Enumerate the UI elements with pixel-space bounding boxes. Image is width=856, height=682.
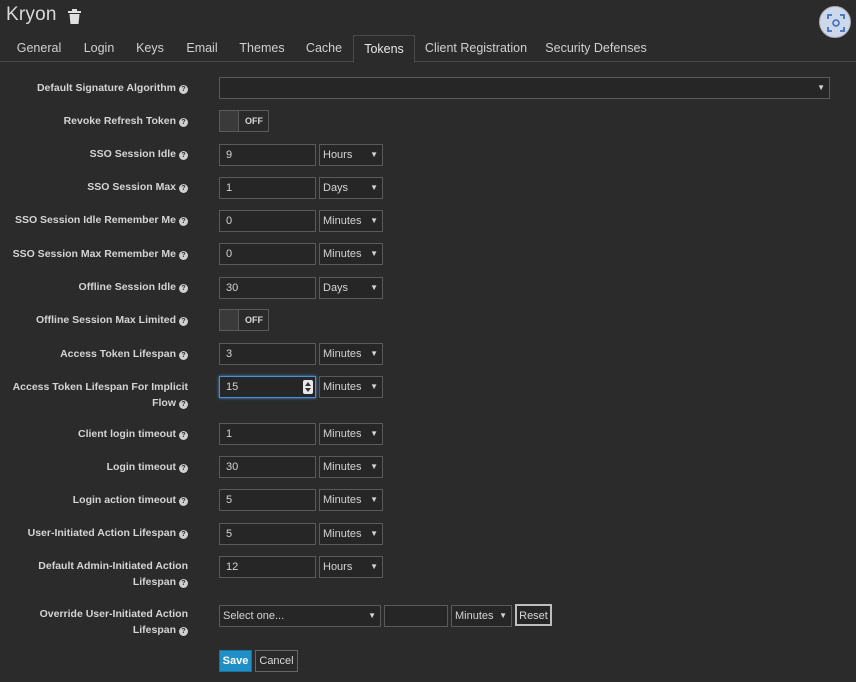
chevron-down-icon: ▼ xyxy=(370,349,378,358)
login-timeout-unit-select[interactable]: Minutes ▼ xyxy=(319,456,383,478)
revoke-refresh-token-toggle[interactable]: OFF xyxy=(219,110,269,132)
user-initiated-action-lifespan-label: User-Initiated Action Lifespan? xyxy=(0,525,188,541)
access-token-lifespan-implicit-label: Access Token Lifespan For Implicit Flow? xyxy=(12,381,188,409)
help-icon[interactable]: ? xyxy=(179,464,188,473)
tab-email[interactable]: Email xyxy=(180,35,224,62)
offline-session-idle-label: Offline Session Idle? xyxy=(0,279,188,295)
sso-session-idle-remember-me-input[interactable]: 0 xyxy=(219,210,316,232)
access-token-lifespan-implicit-input[interactable]: 15 xyxy=(219,376,316,398)
help-icon[interactable]: ? xyxy=(179,151,188,160)
login-action-timeout-unit-select[interactable]: Minutes ▼ xyxy=(319,489,383,511)
reset-button[interactable]: Reset xyxy=(515,604,552,626)
offline-session-max-limited-label: Offline Session Max Limited? xyxy=(0,312,188,328)
user-initiated-action-lifespan-input[interactable]: 5 xyxy=(219,523,316,545)
help-icon[interactable]: ? xyxy=(179,431,188,440)
tab-keys[interactable]: Keys xyxy=(130,35,170,62)
sso-session-idle-remember-me-label: SSO Session Idle Remember Me? xyxy=(0,212,188,228)
sso-session-max-remember-me-input[interactable]: 0 xyxy=(219,243,316,265)
login-timeout-label: Login timeout? xyxy=(0,459,188,475)
client-login-timeout-input[interactable]: 1 xyxy=(219,423,316,445)
help-icon[interactable]: ? xyxy=(179,627,188,636)
spinner-arrows-icon[interactable] xyxy=(303,380,313,394)
access-token-lifespan-label: Access Token Lifespan? xyxy=(0,346,188,362)
sso-session-idle-input[interactable]: 9 xyxy=(219,144,316,166)
offline-session-idle-unit-select[interactable]: Days ▼ xyxy=(319,277,383,299)
screenshot-capture-button[interactable] xyxy=(819,6,851,38)
capture-icon xyxy=(827,14,845,32)
help-icon[interactable]: ? xyxy=(179,284,188,293)
help-icon[interactable]: ? xyxy=(179,184,188,193)
sso-session-idle-label: SSO Session Idle? xyxy=(0,146,188,162)
help-icon[interactable]: ? xyxy=(179,85,188,94)
sso-session-idle-unit-select[interactable]: Hours ▼ xyxy=(319,144,383,166)
sso-session-max-label: SSO Session Max? xyxy=(0,179,188,195)
default-signature-algorithm-select[interactable]: ▼ xyxy=(219,77,830,99)
login-timeout-input[interactable]: 30 xyxy=(219,456,316,478)
offline-session-max-limited-toggle[interactable]: OFF xyxy=(219,309,269,331)
settings-tabs: General Login Keys Email Themes Cache To… xyxy=(0,35,856,63)
chevron-down-icon: ▼ xyxy=(370,529,378,538)
sso-session-max-unit-select[interactable]: Days ▼ xyxy=(319,177,383,199)
help-icon[interactable]: ? xyxy=(179,497,188,506)
offline-session-idle-input[interactable]: 30 xyxy=(219,277,316,299)
revoke-refresh-token-label: Revoke Refresh Token? xyxy=(0,113,188,129)
override-user-initiated-action-lifespan-label: Override User-Initiated Action Lifespan? xyxy=(39,608,188,636)
chevron-down-icon: ▼ xyxy=(370,216,378,225)
chevron-down-icon: ▼ xyxy=(370,429,378,438)
sso-session-idle-remember-me-unit-select[interactable]: Minutes ▼ xyxy=(319,210,383,232)
chevron-down-icon: ▼ xyxy=(370,462,378,471)
tab-login[interactable]: Login xyxy=(78,35,120,62)
access-token-lifespan-unit-select[interactable]: Minutes ▼ xyxy=(319,343,383,365)
sso-session-max-remember-me-label: SSO Session Max Remember Me? xyxy=(0,246,188,262)
override-action-select[interactable]: Select one... ▼ xyxy=(219,605,381,627)
default-admin-initiated-action-lifespan-label: Default Admin-Initiated Action Lifespan? xyxy=(38,560,188,588)
save-button[interactable]: Save xyxy=(219,650,252,672)
help-icon[interactable]: ? xyxy=(179,118,188,127)
tab-tokens[interactable]: Tokens xyxy=(353,35,415,63)
chevron-down-icon: ▼ xyxy=(817,83,825,92)
chevron-down-icon: ▼ xyxy=(499,611,507,620)
chevron-down-icon: ▼ xyxy=(370,150,378,159)
tab-cache[interactable]: Cache xyxy=(300,35,348,62)
help-icon[interactable]: ? xyxy=(179,217,188,226)
default-admin-initiated-action-lifespan-input[interactable]: 12 xyxy=(219,556,316,578)
chevron-down-icon: ▼ xyxy=(368,611,376,620)
help-icon[interactable]: ? xyxy=(179,351,188,360)
login-action-timeout-label: Login action timeout? xyxy=(0,492,188,508)
override-lifespan-unit-select[interactable]: Minutes ▼ xyxy=(451,605,512,627)
client-login-timeout-label: Client login timeout? xyxy=(0,426,188,442)
cancel-button[interactable]: Cancel xyxy=(255,650,298,672)
help-icon[interactable]: ? xyxy=(179,317,188,326)
override-lifespan-input[interactable] xyxy=(384,605,448,627)
login-action-timeout-input[interactable]: 5 xyxy=(219,489,316,511)
toggle-knob xyxy=(220,111,239,131)
chevron-down-icon: ▼ xyxy=(370,495,378,504)
tab-general[interactable]: General xyxy=(10,35,68,62)
chevron-down-icon: ▼ xyxy=(370,183,378,192)
sso-session-max-remember-me-unit-select[interactable]: Minutes ▼ xyxy=(319,243,383,265)
default-admin-initiated-action-lifespan-unit-select[interactable]: Hours ▼ xyxy=(319,556,383,578)
help-icon[interactable]: ? xyxy=(179,400,188,409)
help-icon[interactable]: ? xyxy=(179,579,188,588)
chevron-down-icon: ▼ xyxy=(370,562,378,571)
help-icon[interactable]: ? xyxy=(179,530,188,539)
client-login-timeout-unit-select[interactable]: Minutes ▼ xyxy=(319,423,383,445)
tab-themes[interactable]: Themes xyxy=(234,35,290,62)
chevron-down-icon: ▼ xyxy=(370,382,378,391)
help-icon[interactable]: ? xyxy=(179,251,188,260)
toggle-knob xyxy=(220,310,239,330)
trash-icon[interactable] xyxy=(68,9,81,24)
sso-session-max-input[interactable]: 1 xyxy=(219,177,316,199)
realm-title: Kryon xyxy=(6,4,57,25)
access-token-lifespan-implicit-unit-select[interactable]: Minutes ▼ xyxy=(319,376,383,398)
chevron-down-icon: ▼ xyxy=(370,249,378,258)
page-header: Kryon xyxy=(0,0,856,38)
user-initiated-action-lifespan-unit-select[interactable]: Minutes ▼ xyxy=(319,523,383,545)
default-signature-algorithm-label: Default Signature Algorithm? xyxy=(0,80,188,96)
tab-security-defenses[interactable]: Security Defenses xyxy=(542,35,650,62)
chevron-down-icon: ▼ xyxy=(370,283,378,292)
tab-client-registration[interactable]: Client Registration xyxy=(420,35,532,62)
access-token-lifespan-input[interactable]: 3 xyxy=(219,343,316,365)
